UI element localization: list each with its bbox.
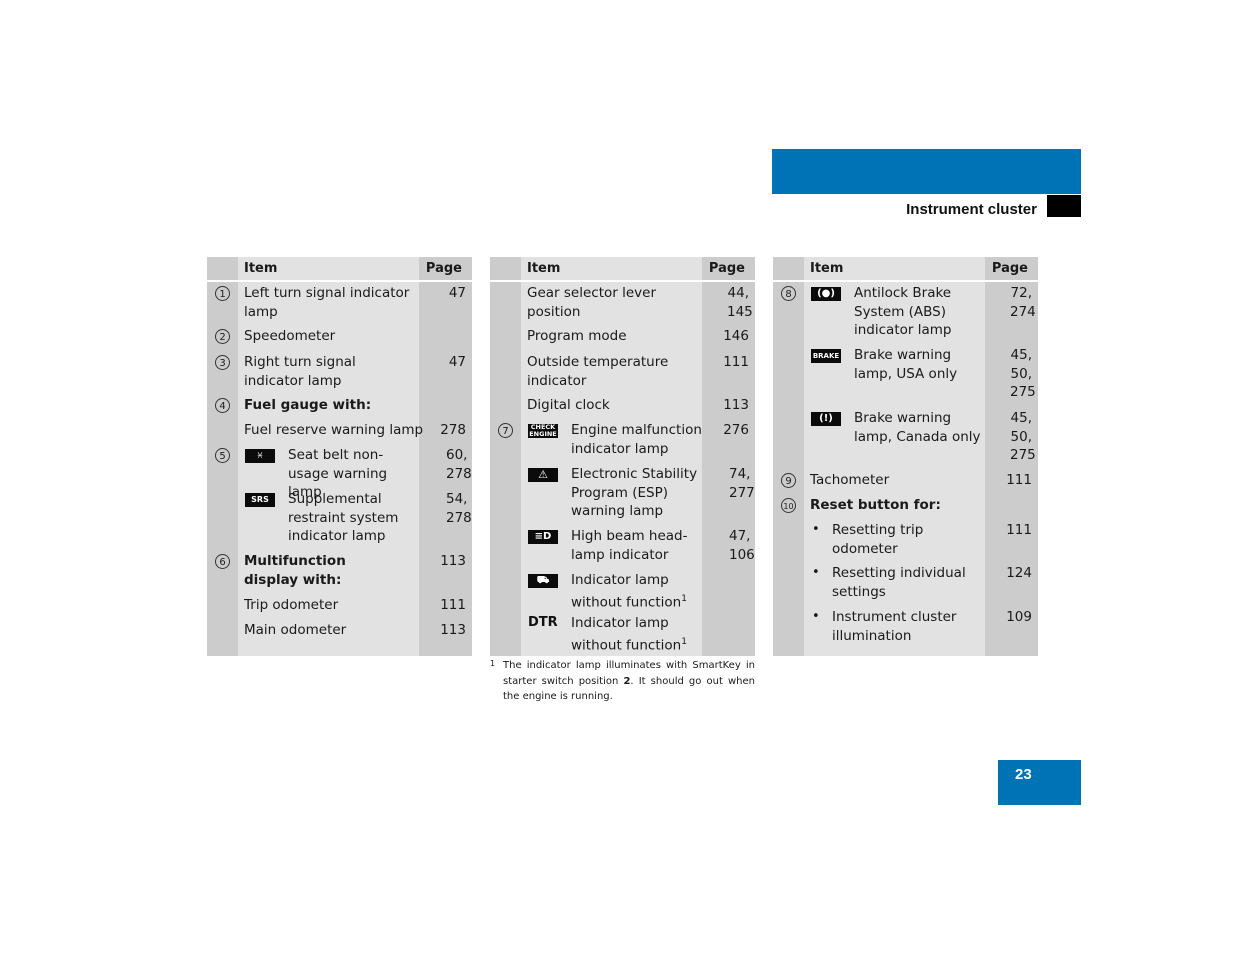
callout-number: 7 — [498, 423, 513, 438]
section-title: At a glance — [1100, 171, 1191, 190]
seat-belt-icon: ♓ — [245, 449, 275, 463]
item-text: High beam head-lamp indicator — [571, 528, 688, 563]
section-marker — [1047, 195, 1081, 217]
item-text: Trip odometer — [244, 597, 339, 613]
item-text: Indicator lamp without function1 — [571, 615, 687, 654]
item-text: Brake warning lamp, Canada only — [854, 410, 981, 445]
callout-number: 8 — [781, 286, 796, 301]
callout-number: 10 — [781, 498, 796, 513]
page-ref[interactable]: 44, 145 — [727, 284, 753, 321]
table-1: Item Page 1 Left turn signal indicator l… — [207, 257, 472, 656]
table-2: Item Page Gear selector lever position 4… — [490, 257, 755, 656]
item-text: Engine malfunction indicator lamp — [571, 422, 702, 457]
page-ref[interactable]: 113 — [704, 396, 749, 415]
callout-number: 1 — [215, 286, 230, 301]
table-header: Item Page — [207, 257, 472, 282]
section-banner — [772, 149, 1081, 194]
callout-number: 9 — [781, 473, 796, 488]
subsection-title: Instrument cluster — [906, 201, 1037, 218]
item-text: Resetting trip odometer — [832, 522, 924, 557]
callout-number: 5 — [215, 448, 230, 463]
brake-icon: BRAKE — [811, 349, 841, 363]
item-text: Outside temperature indicator — [527, 354, 669, 389]
page-ref[interactable]: 60, 278 — [446, 446, 472, 483]
dtr-label: DTR — [528, 615, 558, 630]
page-ref[interactable]: 113 — [421, 621, 466, 640]
page-ref[interactable]: 74, 277 — [729, 465, 755, 502]
callout-number: 2 — [215, 329, 230, 344]
high-beam-icon: ≡D — [528, 530, 558, 544]
page-ref[interactable]: 47 — [421, 284, 466, 303]
item-text: Indicator lamp without function1 — [571, 572, 687, 611]
item-header: Item — [244, 261, 278, 276]
table-header: Item Page — [773, 257, 1038, 282]
item-text: Right turn signal indicator lamp — [244, 354, 356, 389]
page-ref[interactable]: 111 — [987, 471, 1032, 490]
item-text: Multifunction display with: — [244, 553, 346, 588]
page-ref[interactable]: 72, 274 — [1010, 284, 1036, 321]
page-ref[interactable]: 276 — [704, 421, 749, 440]
page-ref[interactable]: 45, 50, 275 — [1010, 346, 1036, 402]
item-text: Main odometer — [244, 622, 347, 638]
page-ref[interactable]: 111 — [421, 596, 466, 615]
item-text: Tachometer — [810, 472, 890, 488]
callout-number: 4 — [215, 398, 230, 413]
table-header: Item Page — [490, 257, 755, 282]
page-number-box — [998, 760, 1081, 805]
page-ref[interactable]: 278 — [421, 421, 466, 440]
item-text: Gear selector lever position — [527, 285, 656, 320]
item-text: Antilock Brake System (ABS) indicator la… — [854, 285, 952, 339]
page-ref[interactable]: 47, 106 — [729, 527, 755, 564]
footnote: 1 The indicator lamp illuminates with Sm… — [490, 658, 755, 705]
item-text: Left turn signal indicator lamp — [244, 285, 410, 320]
footnote-ref[interactable]: 1 — [681, 637, 687, 647]
page-ref[interactable]: 111 — [987, 521, 1032, 540]
page-ref[interactable]: 111 — [704, 353, 749, 372]
page-ref[interactable]: 109 — [987, 608, 1032, 627]
footnote-ref[interactable]: 1 — [681, 594, 687, 604]
page-header: Page — [708, 261, 745, 276]
page-ref[interactable]: 45, 50, 275 — [1010, 409, 1036, 465]
page-ref[interactable]: 124 — [987, 564, 1032, 583]
page-header: Page — [425, 261, 462, 276]
page-number: 23 — [1015, 766, 1032, 783]
callout-number: 3 — [215, 355, 230, 370]
table-3: Item Page 8 (●) Antilock Brake System (A… — [773, 257, 1038, 656]
item-text: Reset button for: — [810, 497, 941, 513]
item-text: Resetting individual settings — [832, 565, 966, 600]
item-text: Brake warning lamp, USA only — [854, 347, 958, 382]
item-text: Speedometer — [244, 328, 336, 344]
item-text: Program mode — [527, 328, 627, 344]
bullet: • — [812, 565, 820, 580]
warning-triangle-icon: ⚠ — [528, 468, 558, 482]
item-text: Fuel gauge with: — [244, 397, 372, 413]
item-text: Fuel reserve warning lamp — [244, 422, 424, 438]
page-ref[interactable]: 54, 278 — [446, 490, 472, 527]
page-ref[interactable]: 146 — [704, 327, 749, 346]
bullet: • — [812, 522, 820, 537]
callout-number: 6 — [215, 554, 230, 569]
item-text: Instrument cluster illumination — [832, 609, 957, 644]
item-text: Electronic Stability Program (ESP) warni… — [571, 466, 698, 520]
item-text: Supplemental restraint system indicator … — [288, 491, 399, 545]
vehicle-distance-icon: ⛟ — [528, 574, 558, 588]
check-engine-icon: CHECK ENGINE — [528, 423, 558, 438]
item-header: Item — [810, 261, 844, 276]
abs-icon: (●) — [811, 287, 841, 301]
page-ref[interactable]: 47 — [421, 353, 466, 372]
footnote-marker: 1 — [490, 659, 496, 668]
srs-icon: SRS — [245, 493, 275, 507]
item-header: Item — [527, 261, 561, 276]
page-ref[interactable]: 113 — [421, 552, 466, 571]
item-text: Digital clock — [527, 397, 610, 413]
page-header: Page — [991, 261, 1028, 276]
bullet: • — [812, 609, 820, 624]
brake-circle-icon: (!) — [811, 412, 841, 426]
